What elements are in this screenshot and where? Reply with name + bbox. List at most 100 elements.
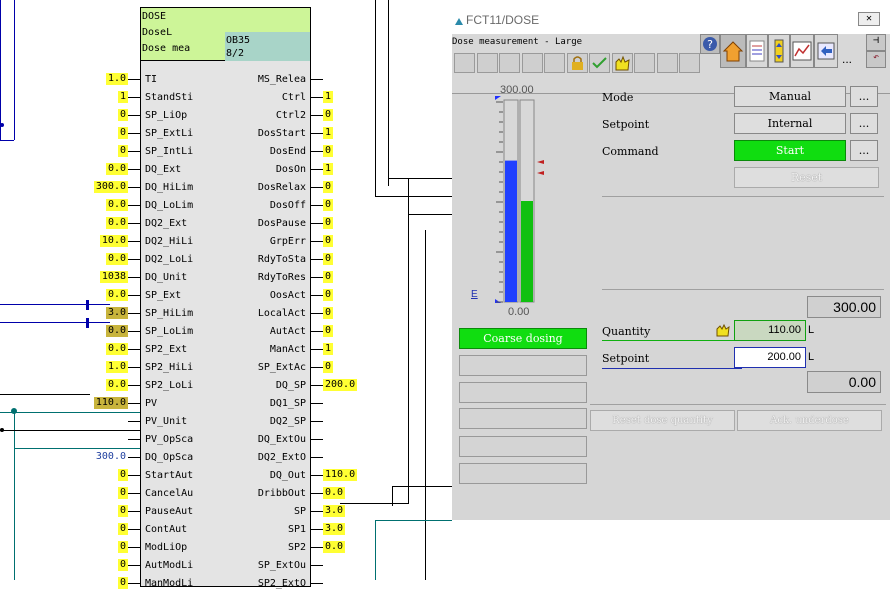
output-value[interactable]: 0	[323, 307, 333, 319]
output-value[interactable]: 0.0	[323, 541, 345, 553]
input-value[interactable]	[128, 433, 130, 445]
hand-icon[interactable]	[611, 53, 633, 73]
output-value[interactable]: 0	[323, 253, 333, 265]
toolbar-button[interactable]	[454, 53, 475, 73]
input-pin-name: DQ2_Ext	[145, 218, 188, 229]
input-value[interactable]: 0.0	[106, 199, 128, 211]
input-value[interactable]: 0	[118, 541, 128, 553]
input-value[interactable]: 300.0	[94, 451, 128, 463]
function-block[interactable]: DOSE DoseL Dose mea OB35 8/2 TI StandSti S…	[140, 7, 311, 589]
setpoint2-input[interactable]: 200.00	[734, 347, 806, 368]
output-value[interactable]: 0	[323, 325, 333, 337]
toolbar-button[interactable]	[679, 53, 700, 73]
setpoint-button[interactable]: Internal	[734, 113, 846, 134]
output-value[interactable]: 0	[323, 361, 333, 373]
output-pin-name: DosEnd	[269, 146, 306, 157]
output-pin-name: DQ1_SP	[269, 398, 306, 409]
output-value[interactable]: 0	[323, 271, 333, 283]
input-pin-name: PV_Unit	[145, 416, 188, 427]
toolbar-button[interactable]	[544, 53, 565, 73]
output-value[interactable]: 0	[323, 217, 333, 229]
input-pin-name: SP2_HiLi	[145, 362, 194, 373]
input-value[interactable]: 0	[118, 559, 128, 571]
start-button[interactable]: Start	[734, 140, 846, 161]
reset-button[interactable]: Reset	[734, 167, 879, 188]
limits-icon[interactable]	[768, 34, 790, 68]
output-value[interactable]: 0	[323, 199, 333, 211]
input-pin-name: SP_HiLim	[145, 308, 194, 319]
input-value[interactable]: 0.0	[106, 379, 128, 391]
input-value[interactable]: 0.0	[106, 253, 128, 265]
input-value[interactable]: 0.0	[106, 163, 128, 175]
ack-underdose-button[interactable]: Ack. underdose	[737, 410, 882, 431]
mode-dots-button[interactable]: ...	[850, 86, 878, 107]
ob-name: OB35	[226, 35, 251, 46]
input-value[interactable]: 0	[118, 505, 128, 517]
messages-icon[interactable]	[746, 34, 768, 68]
toolbar-button[interactable]	[499, 53, 520, 73]
command-dots-button[interactable]: ...	[850, 140, 878, 161]
output-value[interactable]: 0	[323, 109, 333, 121]
scale-bottom: 0.00	[508, 306, 530, 318]
input-pin-name: DQ2_LoLi	[145, 254, 194, 265]
output-pin-name: DQ_Out	[269, 470, 306, 481]
input-value[interactable]: 0	[118, 127, 128, 139]
output-value[interactable]: 3.0	[323, 505, 345, 517]
input-value[interactable]: 0	[118, 109, 128, 121]
input-value[interactable]: 0.0	[106, 289, 128, 301]
output-value[interactable]: 0	[323, 289, 333, 301]
toolbar-button[interactable]	[476, 53, 498, 73]
help-button[interactable]: ?	[700, 34, 720, 54]
input-value[interactable]: 110.0	[94, 397, 128, 409]
input-value[interactable]: 0	[118, 487, 128, 499]
output-value[interactable]: 0	[323, 145, 333, 157]
input-value[interactable]: 0.0	[106, 343, 128, 355]
output-value[interactable]: 0	[323, 235, 333, 247]
trend-icon[interactable]	[790, 34, 814, 68]
back-icon[interactable]: ↶	[866, 51, 886, 68]
input-value[interactable]: 1	[118, 91, 128, 103]
input-value[interactable]: 0	[118, 145, 128, 157]
output-value[interactable]: 1	[323, 343, 333, 355]
lock-icon[interactable]	[566, 53, 588, 73]
toolbar-button[interactable]	[521, 53, 543, 73]
input-value[interactable]: 3.0	[106, 307, 128, 319]
checkmark-icon[interactable]	[589, 53, 610, 73]
lock-window-icon[interactable]: ⊣	[866, 34, 886, 51]
reset-dose-quantity-button[interactable]: Reset dose quantity	[590, 410, 735, 431]
input-value[interactable]: 0	[118, 577, 128, 589]
output-pin-name: SP_ExtOu	[257, 560, 306, 571]
output-value[interactable]: 1	[323, 91, 333, 103]
input-value[interactable]: 1.0	[106, 361, 128, 373]
input-value[interactable]	[128, 415, 130, 427]
home-icon[interactable]	[720, 34, 746, 68]
output-pin-name: SP2	[287, 542, 306, 553]
input-value[interactable]: 10.0	[100, 235, 128, 247]
mode-button[interactable]: Manual	[734, 86, 846, 107]
input-value[interactable]: 0.0	[106, 217, 128, 229]
output-value[interactable]: 110.0	[323, 469, 357, 481]
output-value[interactable]: 1	[323, 127, 333, 139]
unit-link[interactable]: E	[471, 289, 478, 300]
input-pin-name: DQ_Unit	[145, 272, 188, 283]
output-value[interactable]: 0	[323, 181, 333, 193]
input-value[interactable]: 1038	[100, 271, 128, 283]
input-value[interactable]: 0	[118, 523, 128, 535]
setpoint-dots-button[interactable]: ...	[850, 113, 878, 134]
input-value[interactable]: 0	[118, 469, 128, 481]
input-pin-name: DQ_Ext	[145, 164, 182, 175]
toolbar-button[interactable]	[656, 53, 678, 73]
close-button[interactable]: ✕	[858, 12, 880, 26]
input-value[interactable]: 0.0	[106, 325, 128, 337]
output-value[interactable]: 1	[323, 163, 333, 175]
output-value[interactable]: 3.0	[323, 523, 345, 535]
output-value[interactable]: 0.0	[323, 487, 345, 499]
input-value[interactable]: 1.0	[106, 73, 128, 85]
more-dots[interactable]: ...	[842, 52, 852, 66]
status-box	[459, 436, 587, 457]
output-value[interactable]: 200.0	[323, 379, 357, 391]
input-value[interactable]: 300.0	[94, 181, 128, 193]
toolbar-button[interactable]	[634, 53, 655, 73]
batch-icon[interactable]	[814, 34, 838, 68]
output-pin-name: DQ_SP	[275, 380, 306, 391]
